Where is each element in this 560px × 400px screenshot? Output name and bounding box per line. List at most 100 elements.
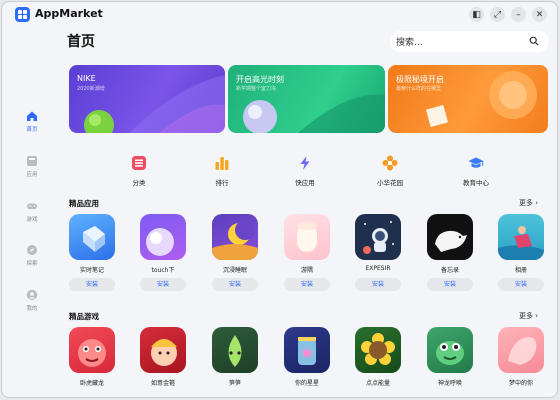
- banner-subtitle: 2020新潮增: [77, 86, 105, 92]
- home-icon: [27, 111, 37, 121]
- sidebar-item-apps[interactable]: 应用: [15, 155, 49, 178]
- app-name: 相册: [514, 267, 527, 274]
- category-icon: [132, 156, 146, 170]
- app-name: 沉浸睡眠: [222, 267, 247, 274]
- app-name: 备忘录: [440, 267, 459, 274]
- app-icon: [427, 214, 473, 260]
- banner-explore[interactable]: 极限秘境开启 最精什么样的在哪里: [388, 65, 548, 133]
- app-card[interactable]: touch下 安装: [137, 214, 189, 291]
- game-name: 梦中的你: [508, 380, 533, 387]
- compass-icon: [27, 245, 37, 255]
- apps-icon: [27, 156, 37, 166]
- gamepad-icon: [27, 203, 37, 209]
- game-name: 点点能量: [365, 380, 390, 387]
- featured-apps-title: 精品应用: [69, 199, 99, 208]
- category-quick-apps[interactable]: 快应用: [275, 155, 335, 187]
- app-window: AppMarket ◧ ⤢ – ✕ 首页 应用 游戏 探索 我的 首页 搜索..…: [1, 1, 558, 398]
- banner-highlight[interactable]: 开启高光时刻 新学期整个室力冻: [228, 65, 385, 133]
- sidebar-item-label: 游戏: [26, 217, 38, 223]
- banner-title: 开启高光时刻: [236, 75, 284, 84]
- app-title: AppMarket: [35, 7, 103, 20]
- game-card[interactable]: 梦中的你: [495, 327, 547, 387]
- page-title: 首页: [67, 34, 95, 50]
- app-icon: [355, 214, 401, 260]
- category-ranking[interactable]: 排行: [192, 155, 252, 187]
- flower-icon: [382, 155, 398, 171]
- banner-nike[interactable]: NIKE 2020新潮增: [69, 65, 225, 133]
- close-icon[interactable]: ✕: [532, 7, 547, 22]
- search-input[interactable]: 搜索...: [390, 31, 549, 52]
- minimize-icon[interactable]: –: [511, 7, 526, 22]
- app-name: EXPESIR: [365, 265, 391, 272]
- install-button[interactable]: 安装: [140, 278, 186, 291]
- app-icon: [212, 214, 258, 260]
- sidebar-item-explore[interactable]: 探索: [15, 244, 49, 267]
- install-button[interactable]: 安装: [355, 278, 401, 291]
- featured-apps-more-link[interactable]: 更多 ›: [519, 198, 538, 208]
- split-view-icon[interactable]: ◧: [469, 7, 484, 22]
- game-icon: [498, 327, 544, 373]
- restore-icon[interactable]: ⤢: [490, 7, 505, 22]
- game-name: 神龙呼唤: [437, 380, 462, 387]
- category-education[interactable]: 教育中心: [446, 155, 506, 187]
- install-button[interactable]: 安装: [284, 278, 330, 291]
- banner-subtitle: 最精什么样的在哪里: [396, 86, 442, 92]
- app-name: 游隅: [300, 267, 313, 274]
- sidebar-item-label: 首页: [26, 127, 38, 133]
- install-button[interactable]: 安装: [212, 278, 258, 291]
- app-card[interactable]: 沉浸睡眠 安装: [209, 214, 261, 291]
- sidebar-item-profile[interactable]: 我的: [15, 289, 49, 312]
- app-icon: [284, 214, 330, 260]
- game-name: 卧虎藏龙: [79, 380, 104, 387]
- game-card[interactable]: 笋笋: [209, 327, 261, 387]
- game-icon: [69, 327, 115, 373]
- ranking-icon: [215, 157, 229, 170]
- search-icon[interactable]: [529, 36, 539, 46]
- banner-title: NIKE: [77, 74, 96, 83]
- app-logo-icon: [15, 7, 30, 22]
- game-card[interactable]: 卧虎藏龙: [66, 327, 118, 387]
- category-label: 分类: [132, 179, 146, 187]
- game-icon: [140, 327, 186, 373]
- banner-title: 极限秘境开启: [396, 75, 444, 84]
- game-name: 如意金箍: [150, 380, 175, 387]
- game-card[interactable]: 点点能量: [352, 327, 404, 387]
- install-button[interactable]: 安装: [498, 278, 544, 291]
- app-card[interactable]: 游隅 安装: [281, 214, 333, 291]
- title-bar: AppMarket ◧ ⤢ – ✕: [2, 2, 557, 28]
- sidebar-item-label: 应用: [26, 172, 38, 178]
- install-button[interactable]: 安装: [427, 278, 473, 291]
- app-card[interactable]: 相册 安装: [495, 214, 547, 291]
- category-label: 教育中心: [463, 179, 489, 187]
- featured-games-more-link[interactable]: 更多 ›: [519, 311, 538, 321]
- app-icon: [140, 214, 186, 260]
- game-card[interactable]: 你的星星: [281, 327, 333, 387]
- game-icon: [212, 327, 258, 373]
- app-card[interactable]: 备忘录 安装: [424, 214, 476, 291]
- sidebar-item-label: 我的: [26, 306, 38, 312]
- sidebar-item-games[interactable]: 游戏: [15, 200, 49, 223]
- game-name: 笋笋: [228, 380, 241, 387]
- category-label: 排行: [215, 179, 229, 187]
- category-label: 小华花园: [377, 179, 403, 187]
- app-card[interactable]: EXPESIR 安装: [352, 214, 404, 291]
- game-name: 你的星星: [294, 380, 319, 387]
- featured-games-title: 精品游戏: [69, 312, 99, 321]
- profile-icon: [26, 289, 38, 301]
- app-name: 实时笔记: [79, 267, 104, 274]
- game-card[interactable]: 神龙呼唤: [424, 327, 476, 387]
- app-icon: [498, 214, 544, 260]
- education-icon: [468, 157, 484, 168]
- game-card[interactable]: 如意金箍: [137, 327, 189, 387]
- category-flower-garden[interactable]: 小华花园: [360, 155, 420, 187]
- game-icon: [355, 327, 401, 373]
- banner-subtitle: 新学期整个室力冻: [236, 86, 277, 92]
- flash-icon: [300, 156, 310, 170]
- install-button[interactable]: 安装: [69, 278, 115, 291]
- game-icon: [427, 327, 473, 373]
- app-card[interactable]: 实时笔记 安装: [66, 214, 118, 291]
- app-icon: [69, 214, 115, 260]
- sidebar-item-label: 探索: [26, 261, 38, 267]
- category-classify[interactable]: 分类: [109, 155, 169, 187]
- sidebar-item-home[interactable]: 首页: [15, 110, 49, 133]
